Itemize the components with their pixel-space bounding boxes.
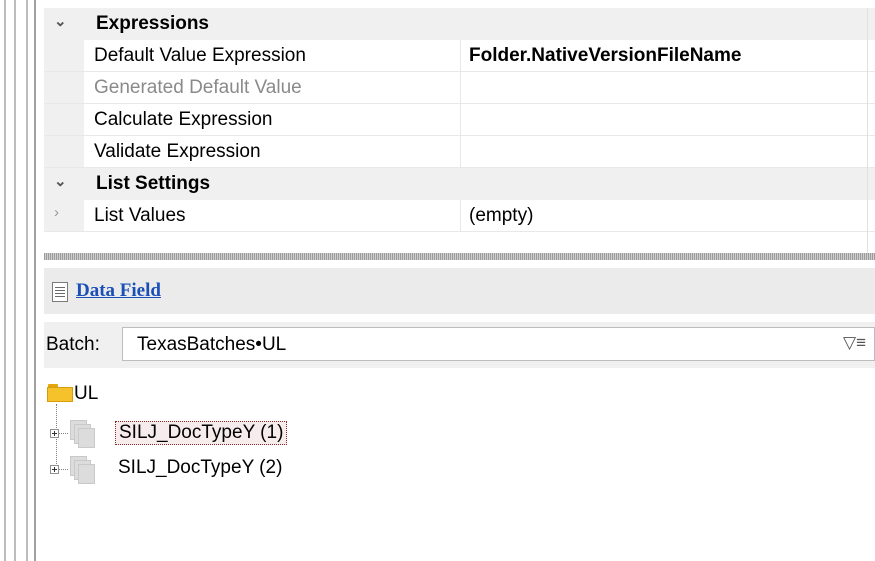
panel-splitter[interactable] xyxy=(44,253,875,260)
batch-value: TexasBatches•UL xyxy=(137,334,287,355)
left-panel-splitters xyxy=(0,0,36,561)
category-label: List Settings xyxy=(96,173,211,194)
property-row-default-value-expression[interactable]: Default Value Expression Folder.NativeVe… xyxy=(44,40,875,72)
batch-label: Batch: xyxy=(46,334,100,355)
property-name: Generated Default Value xyxy=(94,77,302,98)
property-row-generated-default-value[interactable]: Generated Default Value xyxy=(44,72,875,104)
batch-tree: UL SILJ_DocTypeY (1) SILJ_DocTypeY (2) xyxy=(44,370,875,561)
property-row-calculate-expression[interactable]: Calculate Expression xyxy=(44,104,875,136)
property-name: Validate Expression xyxy=(94,141,261,162)
splitter-bar[interactable] xyxy=(4,0,6,561)
chevron-down-icon[interactable]: ⌄ xyxy=(54,12,67,30)
main-panel: ⌄ Expressions Default Value Expression F… xyxy=(36,0,875,561)
data-field-header: Data Field xyxy=(44,268,875,314)
tree-item[interactable]: SILJ_DocTypeY (1) xyxy=(115,421,288,445)
category-label: Expressions xyxy=(96,13,209,34)
splitter-bar[interactable] xyxy=(14,0,16,561)
category-expressions[interactable]: ⌄ Expressions xyxy=(44,8,875,40)
expand-plus-icon[interactable] xyxy=(50,429,59,438)
property-row-list-values[interactable]: › List Values (empty) xyxy=(44,200,875,232)
filter-tree-icon[interactable]: ▽≡ xyxy=(843,333,866,353)
data-field-link[interactable]: Data Field xyxy=(76,280,161,302)
tree-item[interactable]: SILJ_DocTypeY (2) xyxy=(118,457,282,479)
document-icon xyxy=(52,282,68,302)
tree-root-label[interactable]: UL xyxy=(74,383,98,405)
folder-icon xyxy=(47,384,73,402)
property-name: Calculate Expression xyxy=(94,109,273,130)
property-value[interactable]: Folder.NativeVersionFileName xyxy=(469,45,741,67)
grid-scroll-edge xyxy=(867,8,868,253)
splitter-bar[interactable] xyxy=(26,0,28,561)
batch-selector-row: Batch: TexasBatches•UL ▽≡ xyxy=(44,322,875,368)
property-name: List Values xyxy=(94,205,186,226)
document-stack-icon xyxy=(70,456,96,484)
property-grid: ⌄ Expressions Default Value Expression F… xyxy=(44,8,875,232)
property-value[interactable]: (empty) xyxy=(469,205,533,227)
chevron-right-icon[interactable]: › xyxy=(54,204,59,221)
batch-dropdown[interactable]: TexasBatches•UL ▽≡ xyxy=(122,327,875,361)
expand-plus-icon[interactable] xyxy=(50,465,59,474)
chevron-down-icon[interactable]: ⌄ xyxy=(54,172,67,190)
property-row-validate-expression[interactable]: Validate Expression xyxy=(44,136,875,168)
property-name: Default Value Expression xyxy=(94,45,306,66)
category-list-settings[interactable]: ⌄ List Settings xyxy=(44,168,875,200)
document-stack-icon xyxy=(70,420,96,448)
